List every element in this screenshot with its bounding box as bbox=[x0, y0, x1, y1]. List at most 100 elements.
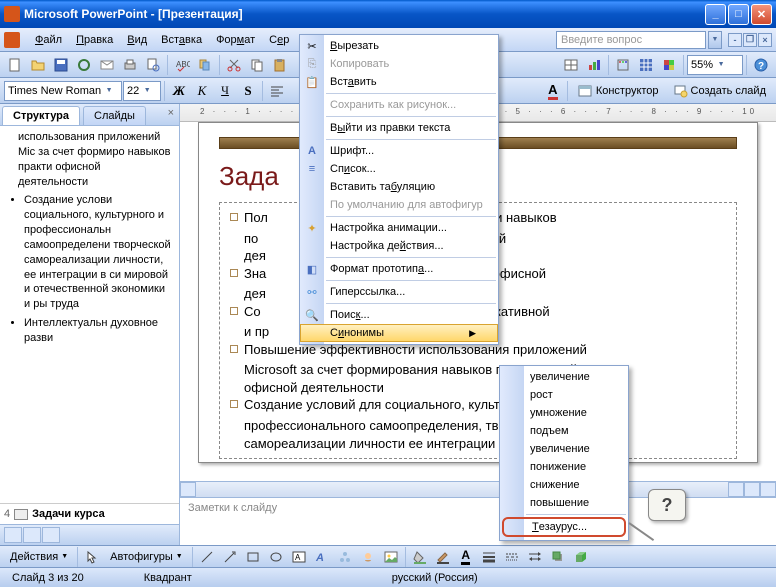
maximize-button[interactable]: □ bbox=[728, 4, 749, 25]
ctx-save-as-picture[interactable]: Сохранить как рисунок... bbox=[300, 96, 498, 114]
ctx-copy[interactable]: ⎘Копировать bbox=[300, 55, 498, 73]
paste-button[interactable] bbox=[269, 54, 291, 76]
underline-button[interactable]: Ч bbox=[214, 80, 236, 102]
synonym-item[interactable]: повышение bbox=[500, 494, 628, 512]
ctx-font[interactable]: AШрифт... bbox=[300, 142, 498, 160]
designer-button[interactable]: Конструктор bbox=[571, 80, 665, 102]
menu-edit[interactable]: Правка bbox=[69, 32, 120, 48]
spellcheck-button[interactable]: ABC bbox=[171, 54, 193, 76]
picture-button[interactable] bbox=[380, 546, 402, 568]
font-name-combo[interactable]: Times New Roman▼ bbox=[4, 81, 122, 101]
permission-button[interactable] bbox=[73, 54, 95, 76]
outline-item[interactable]: Интеллектуальн духовное разви bbox=[24, 316, 173, 346]
open-button[interactable] bbox=[27, 54, 49, 76]
menu-service[interactable]: Сер bbox=[262, 32, 296, 48]
thesaurus-item[interactable]: Тезаурус... bbox=[502, 517, 626, 537]
zoom-combo[interactable]: 55%▼ bbox=[687, 55, 743, 75]
ctx-synonyms[interactable]: Синонимы▶ bbox=[300, 324, 498, 342]
email-button[interactable] bbox=[96, 54, 118, 76]
ctx-format-prototype[interactable]: ◧Формат прототипа... bbox=[300, 260, 498, 278]
normal-view-button[interactable] bbox=[4, 527, 22, 543]
synonym-item[interactable]: подъем bbox=[500, 422, 628, 440]
menu-insert[interactable]: Вставка bbox=[154, 32, 209, 48]
outline-body[interactable]: использования приложений Mic за счет фор… bbox=[0, 126, 179, 503]
fill-color-button[interactable] bbox=[409, 546, 431, 568]
show-formatting-button[interactable] bbox=[612, 54, 634, 76]
align-left-button[interactable] bbox=[266, 80, 288, 102]
synonym-item[interactable]: увеличение bbox=[500, 440, 628, 458]
outline-item[interactable]: использования приложений Mic за счет фор… bbox=[18, 130, 173, 189]
ctx-insert-tab[interactable]: Вставить табуляцию bbox=[300, 178, 498, 196]
prev-slide-button[interactable] bbox=[744, 482, 760, 497]
help-search-input[interactable]: Введите вопрос bbox=[556, 31, 706, 49]
actions-menu[interactable]: Действия ▼ bbox=[4, 546, 74, 568]
shadow-style-button[interactable] bbox=[547, 546, 569, 568]
diagram-button[interactable] bbox=[334, 546, 356, 568]
tables-borders-button[interactable] bbox=[560, 54, 582, 76]
synonym-item[interactable]: умножение bbox=[500, 404, 628, 422]
outline-current-slide[interactable]: 4 Задачи курса bbox=[0, 503, 179, 524]
dash-style-button[interactable] bbox=[501, 546, 523, 568]
show-grid-button[interactable] bbox=[635, 54, 657, 76]
synonym-item[interactable]: понижение bbox=[500, 458, 628, 476]
ctx-hyperlink[interactable]: ⚯Гиперссылка... bbox=[300, 283, 498, 301]
menu-view[interactable]: Вид bbox=[120, 32, 154, 48]
mdi-restore-button[interactable]: ❐ bbox=[743, 33, 757, 47]
oval-button[interactable] bbox=[265, 546, 287, 568]
color-button[interactable] bbox=[658, 54, 680, 76]
print-button[interactable] bbox=[119, 54, 141, 76]
sorter-view-button[interactable] bbox=[23, 527, 41, 543]
clipart-button[interactable] bbox=[357, 546, 379, 568]
research-button[interactable] bbox=[194, 54, 216, 76]
scroll-right-button[interactable] bbox=[728, 482, 744, 497]
ctx-default-autoshape[interactable]: По умолчанию для автофигур bbox=[300, 196, 498, 214]
line-color-button[interactable] bbox=[432, 546, 454, 568]
close-button[interactable]: ✕ bbox=[751, 4, 772, 25]
ctx-exit-text-edit[interactable]: Выйти из правки текста bbox=[300, 119, 498, 137]
new-slide-button[interactable]: Создать слайд bbox=[666, 80, 772, 102]
ctx-list[interactable]: ≡Список... bbox=[300, 160, 498, 178]
synonym-item[interactable]: снижение bbox=[500, 476, 628, 494]
ctx-action-setup[interactable]: Настройка действия... bbox=[300, 237, 498, 255]
menu-file[interactable]: Файл bbox=[28, 32, 69, 48]
rectangle-button[interactable] bbox=[242, 546, 264, 568]
bold-button[interactable]: Ж bbox=[168, 80, 190, 102]
chart-button[interactable] bbox=[583, 54, 605, 76]
next-slide-button[interactable] bbox=[760, 482, 776, 497]
line-style-button[interactable] bbox=[478, 546, 500, 568]
notes-pane[interactable]: Заметки к слайду bbox=[180, 497, 776, 545]
horizontal-scrollbar[interactable] bbox=[180, 481, 776, 497]
copy-button[interactable] bbox=[246, 54, 268, 76]
scroll-left-button[interactable] bbox=[180, 482, 196, 497]
wordart-button[interactable]: A bbox=[311, 546, 333, 568]
outline-item[interactable]: Создание услови социального, культурного… bbox=[24, 193, 173, 312]
menu-format[interactable]: Формат bbox=[209, 32, 262, 48]
font-color-button[interactable]: A bbox=[542, 80, 564, 102]
select-objects-button[interactable] bbox=[81, 546, 103, 568]
autoshapes-menu[interactable]: Автофигуры ▼ bbox=[104, 546, 189, 568]
slideshow-view-button[interactable] bbox=[42, 527, 60, 543]
3d-style-button[interactable] bbox=[570, 546, 592, 568]
help-search-dropdown[interactable]: ▼ bbox=[708, 31, 722, 49]
font-size-combo[interactable]: 22▼ bbox=[123, 81, 161, 101]
tabs-close-button[interactable]: × bbox=[163, 104, 179, 125]
arrow-style-button[interactable] bbox=[524, 546, 546, 568]
shadow-button[interactable]: S bbox=[237, 80, 259, 102]
textbox-button[interactable]: A bbox=[288, 546, 310, 568]
new-button[interactable] bbox=[4, 54, 26, 76]
tab-structure[interactable]: Структура bbox=[2, 106, 80, 125]
italic-button[interactable]: К bbox=[191, 80, 213, 102]
ctx-cut[interactable]: ✂Вырезать bbox=[300, 37, 498, 55]
cut-button[interactable] bbox=[223, 54, 245, 76]
print-preview-button[interactable] bbox=[142, 54, 164, 76]
synonym-item[interactable]: увеличение bbox=[500, 368, 628, 386]
font-color-draw-button[interactable]: A bbox=[455, 546, 477, 568]
ctx-search[interactable]: 🔍Поиск... bbox=[300, 306, 498, 324]
tab-slides[interactable]: Слайды bbox=[83, 106, 146, 125]
mdi-close-button[interactable]: × bbox=[758, 33, 772, 47]
help-button[interactable]: ? bbox=[750, 54, 772, 76]
synonym-item[interactable]: рост bbox=[500, 386, 628, 404]
arrow-button[interactable] bbox=[219, 546, 241, 568]
line-button[interactable] bbox=[196, 546, 218, 568]
minimize-button[interactable]: _ bbox=[705, 4, 726, 25]
